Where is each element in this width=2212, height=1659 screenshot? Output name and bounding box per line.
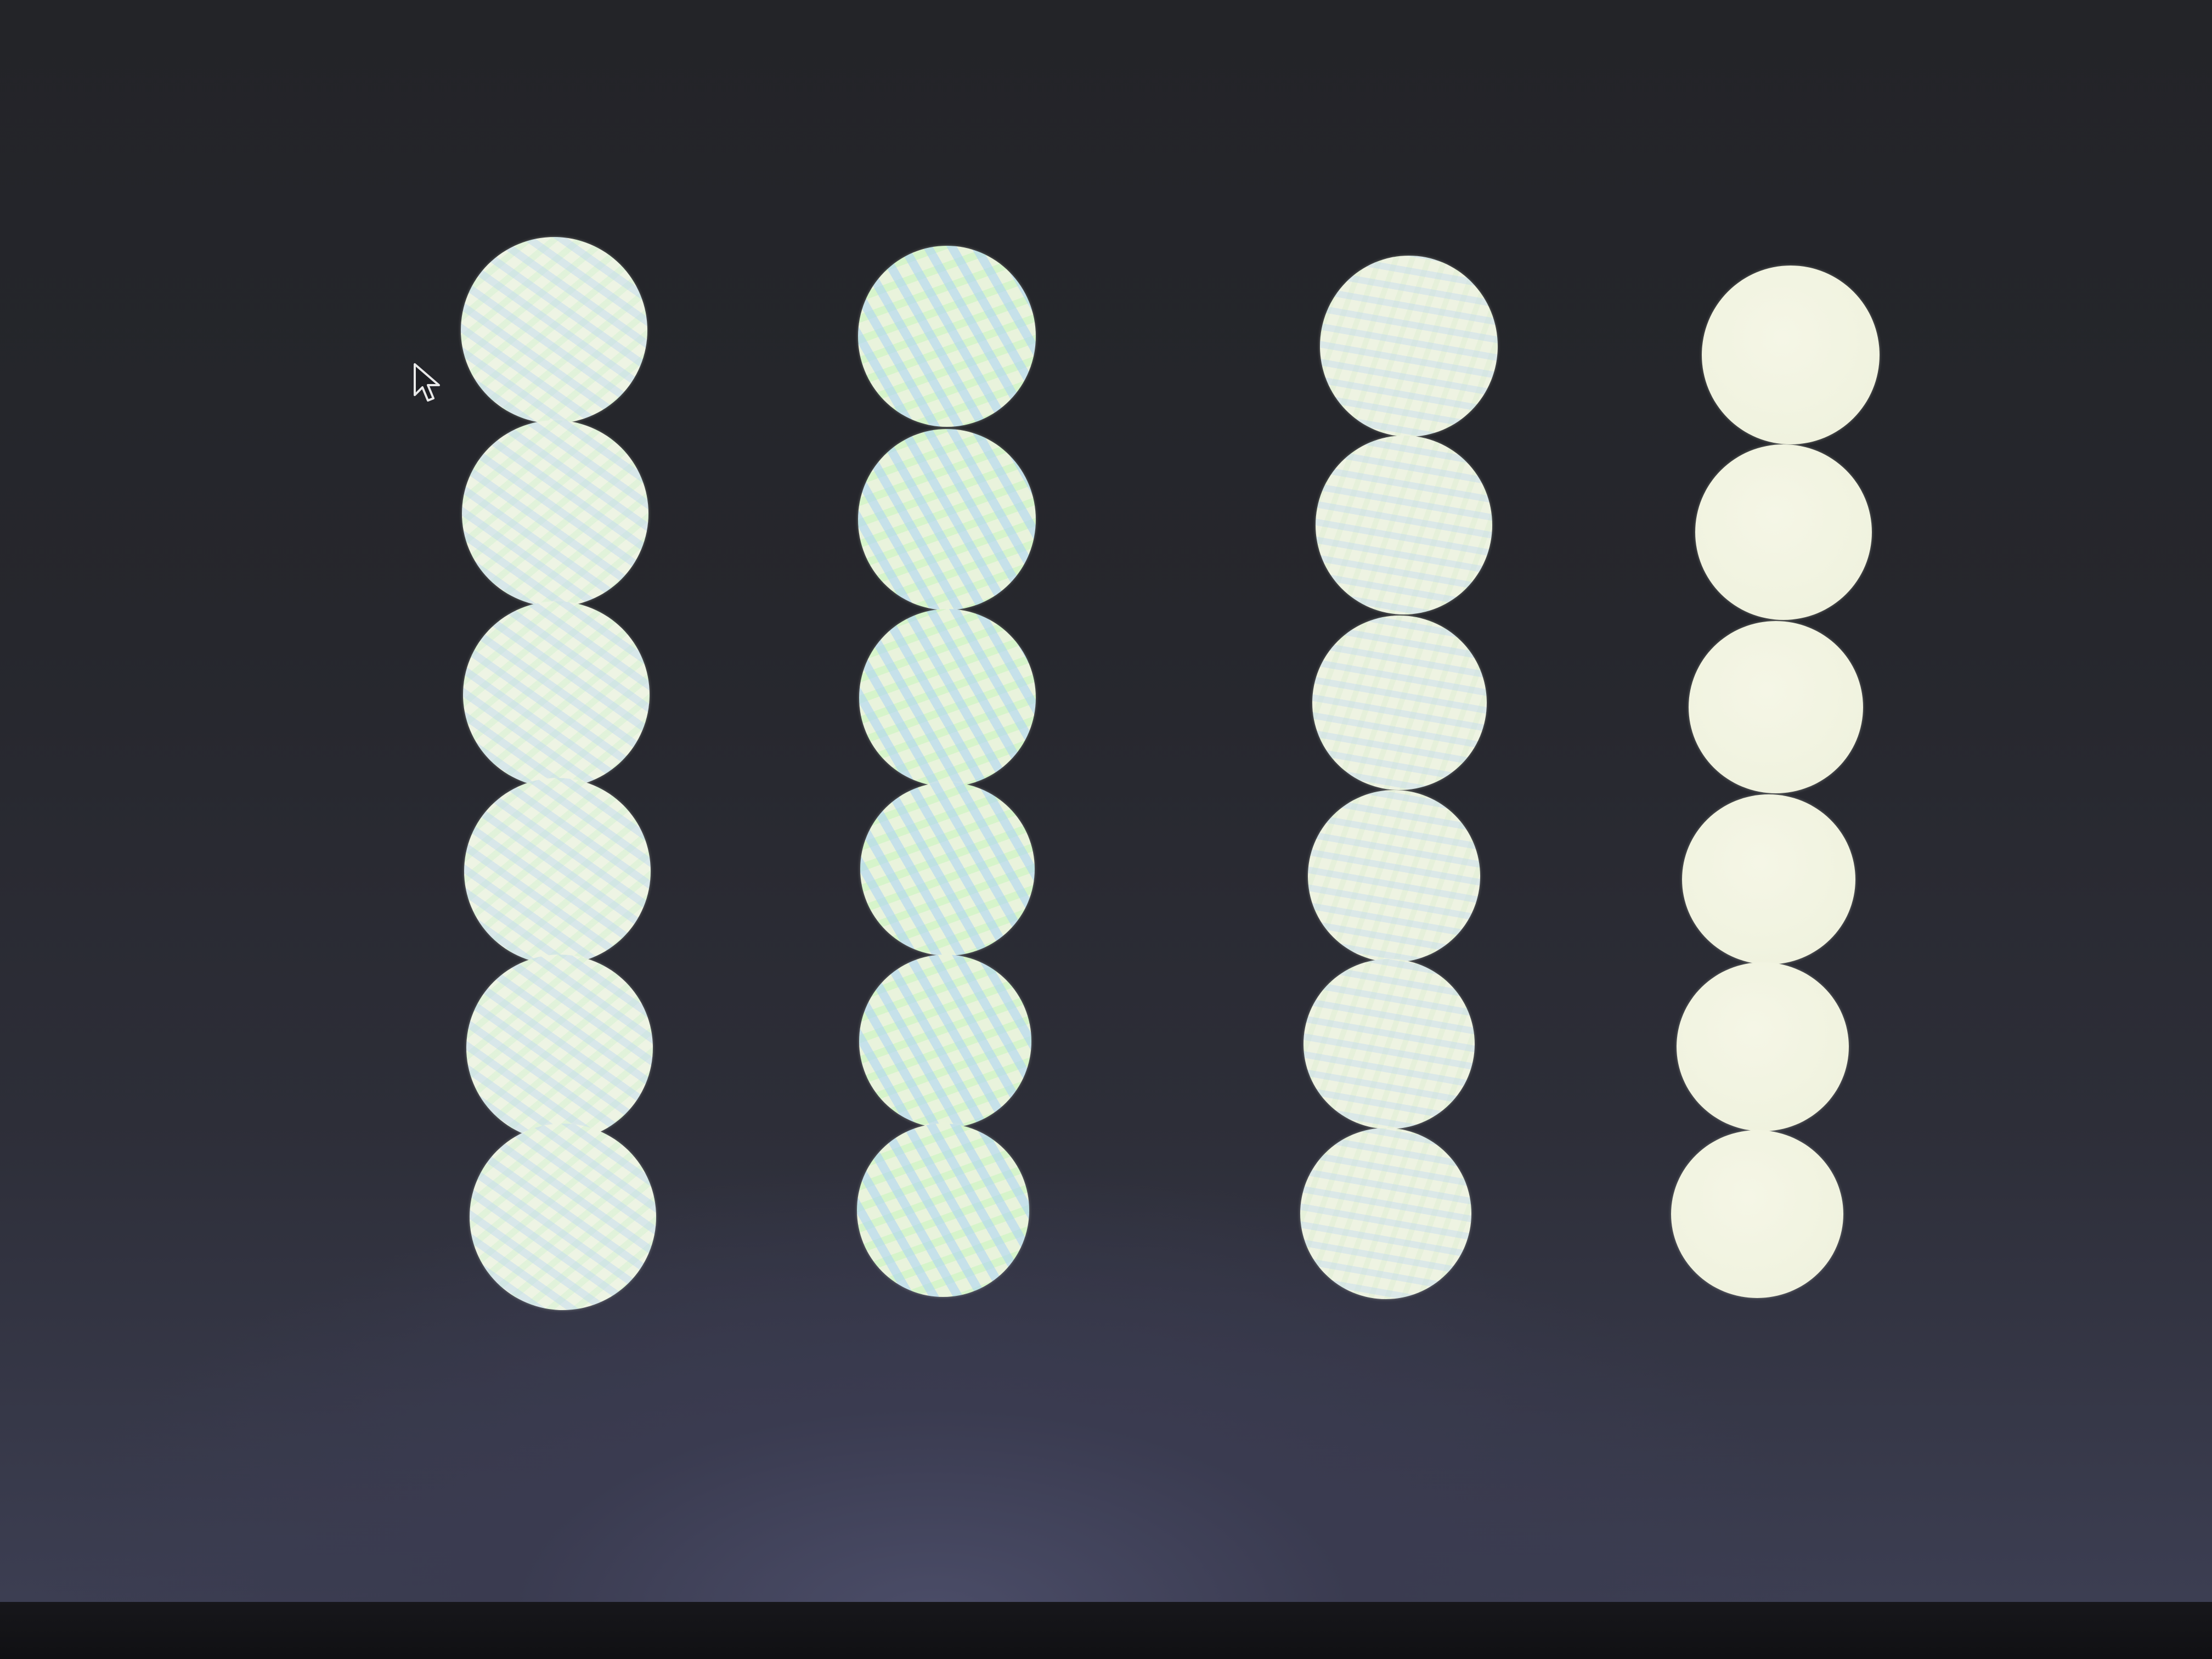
column-4-dot-6 bbox=[1671, 1130, 1843, 1298]
column-4-dot-2 bbox=[1695, 444, 1872, 620]
monitor-screen bbox=[0, 0, 2212, 1602]
column-2-dot-6 bbox=[857, 1124, 1029, 1297]
dot-test-pattern bbox=[0, 0, 2212, 1602]
column-1-dot-5 bbox=[466, 955, 653, 1141]
column-1-dot-3 bbox=[463, 601, 650, 788]
column-3-dot-3 bbox=[1312, 616, 1487, 790]
column-3-dot-2 bbox=[1316, 436, 1492, 614]
column-2-dot-2 bbox=[858, 429, 1036, 610]
column-1-dot-1 bbox=[461, 237, 647, 424]
arrow-pointer-icon bbox=[414, 363, 440, 402]
column-3-dot-1 bbox=[1320, 256, 1498, 437]
column-2-dot-4 bbox=[860, 782, 1035, 956]
column-2-dot-1 bbox=[858, 246, 1036, 427]
column-4-dot-1 bbox=[1702, 266, 1880, 444]
column-3-dot-6 bbox=[1300, 1128, 1471, 1299]
column-1-dot-4 bbox=[464, 778, 651, 964]
column-3-dot-5 bbox=[1304, 959, 1475, 1129]
monitor-bezel bbox=[0, 1602, 2212, 1659]
column-2-dot-3 bbox=[859, 609, 1036, 787]
column-1-dot-6 bbox=[470, 1124, 656, 1310]
column-1-dot-2 bbox=[462, 420, 648, 607]
column-4-dot-4 bbox=[1682, 794, 1855, 964]
column-3-dot-4 bbox=[1308, 790, 1480, 962]
column-4-dot-5 bbox=[1677, 962, 1849, 1131]
column-4-dot-3 bbox=[1689, 621, 1863, 793]
column-2-dot-5 bbox=[859, 955, 1031, 1128]
